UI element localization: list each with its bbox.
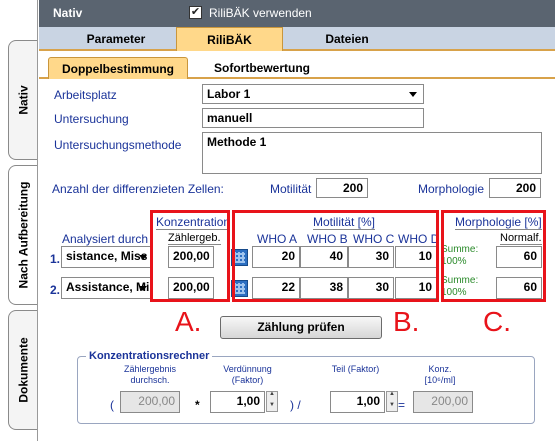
zellen-label: Anzahl der differenzieten Zellen:	[52, 182, 224, 196]
calc-verduennung-spinner[interactable]	[266, 391, 278, 412]
row-1-analyst-value: sistance, Miss	[66, 249, 148, 263]
calc-teil-spinner[interactable]	[386, 391, 398, 412]
annotation-label-b: B.	[393, 306, 420, 337]
side-tab-nativ[interactable]: Nativ	[8, 40, 38, 160]
annotation-label-c: C.	[483, 306, 511, 337]
chevron-down-icon	[139, 255, 147, 260]
untersuchung-input[interactable]: manuell	[202, 108, 424, 128]
main-tabs: Parameter RiliBÄK Dateien	[39, 27, 555, 51]
side-tab-nativ-label: Nativ	[16, 85, 31, 115]
calc-konz-result-field: 200,00	[413, 391, 473, 413]
page-title: Nativ	[53, 6, 83, 20]
tab-dateien[interactable]: Dateien	[287, 27, 407, 51]
annotation-box-a	[150, 210, 230, 302]
calc-verduennung-input[interactable]: 1,00	[210, 391, 265, 413]
chevron-down-icon	[409, 92, 417, 97]
morphologie-count-input[interactable]: 200	[489, 178, 541, 198]
row-2-number: 2.	[50, 283, 61, 297]
untersuchungsmethode-value: Methode 1	[207, 135, 267, 149]
annotation-label-a: A.	[175, 306, 202, 337]
calc-col-konz-label: Konz.	[428, 364, 452, 374]
arbeitsplatz-select[interactable]: Labor 1	[202, 84, 424, 104]
untersuchungsmethode-textarea[interactable]: Methode 1	[202, 132, 542, 174]
untersuchung-value: manuell	[207, 111, 253, 125]
untersuchungsmethode-label: Untersuchungsmethode	[54, 138, 182, 152]
zaehlung-pruefen-button[interactable]: Zählung prüfen	[220, 316, 382, 339]
side-tab-dokumente-label: Dokumente	[16, 337, 31, 403]
analysiert-label: Analysiert durch	[62, 232, 149, 247]
row-1-number: 1.	[50, 252, 61, 266]
subtab-doppelbestimmung-label: Doppelbestimmung	[61, 62, 174, 76]
subtab-sofortbewertung[interactable]: Sofortbewertung	[197, 57, 327, 79]
motilitaet-count-input[interactable]: 200	[316, 178, 368, 198]
chevron-down-icon	[139, 286, 147, 291]
tab-parameter-label: Parameter	[86, 32, 146, 46]
calc-close-slash: ) /	[290, 398, 301, 412]
side-tab-nach-aufbereitung[interactable]: Nach Aufbereitung	[8, 165, 38, 305]
annotation-box-b	[232, 210, 439, 302]
sub-tabs: Doppelbestimmung Sofortbewertung	[39, 53, 555, 79]
calc-teil-input[interactable]: 1,00	[330, 391, 385, 413]
tab-rilibaek[interactable]: RiliBÄK	[176, 27, 283, 51]
row-2-analyst-value: Assistance, Mi	[66, 280, 150, 294]
calc-col-zaehlergebnis-label: Zählergebnis durchsch.	[123, 364, 177, 385]
side-tab-dokumente[interactable]: Dokumente	[8, 310, 38, 430]
tab-dateien-label: Dateien	[325, 32, 369, 46]
tab-parameter[interactable]: Parameter	[59, 27, 173, 51]
row-2-analyst-select[interactable]: Assistance, Mi	[61, 277, 151, 299]
side-tab-nach-aufbereitung-label: Nach Aufbereitung	[16, 181, 31, 289]
morphologie-count-label: Morphologie	[418, 182, 485, 196]
calc-zaehlergebnis-field: 200,00	[120, 391, 180, 413]
calc-col-teil-label: Teil (Faktor)	[331, 364, 380, 374]
row-1-analyst-select[interactable]: sistance, Miss	[61, 246, 151, 268]
subtab-doppelbestimmung[interactable]: Doppelbestimmung	[48, 57, 188, 79]
tab-rilibaek-label: RiliBÄK	[207, 33, 252, 47]
annotation-box-c	[441, 210, 546, 302]
calc-col-konz-unit: [10⁶/ml]	[424, 375, 456, 385]
calc-equals-sign: =	[398, 398, 406, 412]
motilitaet-count-label: Motilität	[270, 182, 312, 196]
arbeitsplatz-label: Arbeitsplatz	[54, 88, 117, 102]
side-tab-bar: Nativ Nach Aufbereitung Dokumente	[0, 0, 40, 441]
calc-col-verduennung-label: Verdünnung (Faktor)	[223, 364, 272, 385]
rilibaek-checkbox-label[interactable]: RiliBÄK verwenden	[209, 6, 312, 20]
untersuchung-label: Untersuchung	[54, 112, 129, 126]
calc-times-sign: *	[195, 398, 200, 412]
rilibaek-checkbox[interactable]: ✔	[189, 6, 202, 19]
arbeitsplatz-value: Labor 1	[207, 87, 251, 101]
title-bar: Nativ ✔ RiliBÄK verwenden	[39, 0, 555, 27]
konzentrationsrechner-title: Konzentrationsrechner	[86, 350, 213, 362]
subtab-sofortbewertung-label: Sofortbewertung	[214, 61, 310, 75]
calc-open-paren: (	[110, 398, 114, 412]
